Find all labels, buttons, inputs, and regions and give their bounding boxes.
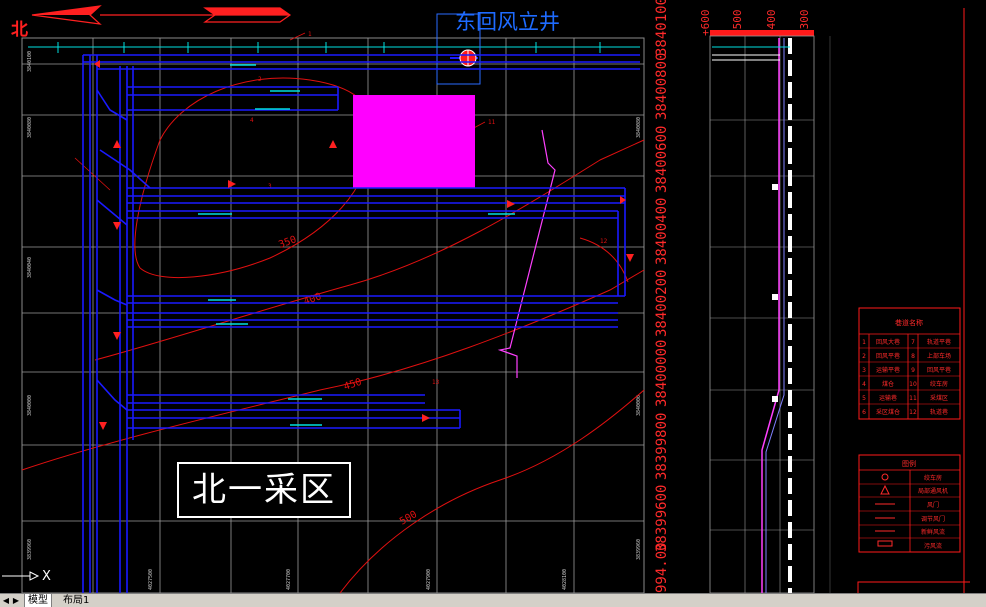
legend-symbol-label: 污风流 <box>924 542 942 550</box>
legend-name-cell: 7 <box>911 339 915 346</box>
svg-text:38399600: 38399600 <box>654 485 670 552</box>
legend-name-cell: 运输巷 <box>879 394 897 402</box>
svg-text:38399800: 38399800 <box>654 413 670 480</box>
svg-text:3: 3 <box>268 183 272 190</box>
tab-model[interactable]: 模型 <box>24 594 52 607</box>
legend-name-cell: 8 <box>911 353 915 360</box>
winch-icon <box>881 473 889 481</box>
fan-icon <box>880 484 890 495</box>
legend-name-cell: 10 <box>909 381 917 388</box>
tab-prev-icon[interactable]: ◀ <box>2 594 10 607</box>
legend-symbols-title: 图例 <box>902 459 916 468</box>
right-axis-labels: 38401000 38400800 38400600 38400400 3840… <box>654 0 670 593</box>
shaft-symbol <box>459 49 477 67</box>
area-title: 北一采区 <box>177 462 351 518</box>
north-arrow <box>31 5 292 25</box>
legend-symbols: 图例 绞车房 局部通风机 风门 调节风门 新鲜风流 污风流 <box>858 454 961 553</box>
legend-name-cell: 轨道巷 <box>930 408 948 416</box>
svg-text:450: 450 <box>343 377 364 393</box>
legend-name-cell: 9 <box>911 367 915 374</box>
legend-name-cell: 采区煤仓 <box>876 408 900 416</box>
legend-name-cell: 2 <box>862 353 866 360</box>
legend-name-cell: 运输平巷 <box>876 366 900 374</box>
right-frame <box>829 8 970 593</box>
legend-name-cell: 上部车场 <box>927 352 951 360</box>
shaft-label: 东回风立井 <box>455 10 560 34</box>
callout-labels: 1 2 3 4 11 12 13 <box>250 31 608 386</box>
elevation-header-bar <box>710 30 814 36</box>
svg-text:3840080: 3840080 <box>636 117 642 138</box>
svg-text:4: 4 <box>250 117 254 124</box>
svg-text:38400800: 38400800 <box>654 53 670 120</box>
legend-name-cell: 3 <box>862 367 866 374</box>
svg-text:3840000: 3840000 <box>27 395 33 416</box>
svg-text:12: 12 <box>600 238 608 245</box>
tab-next-icon[interactable]: ▶ <box>12 594 20 607</box>
ucs-icon: X <box>2 569 51 584</box>
coal-block-area <box>353 95 475 188</box>
legend-name-cell: 轨道平巷 <box>927 338 951 346</box>
svg-text:13: 13 <box>432 379 440 386</box>
legend-name-cell: 4 <box>862 381 866 388</box>
legend-names-title: 巷道名称 <box>895 318 923 327</box>
legend-name-cell: 煤仓 <box>882 380 894 388</box>
cad-model-space[interactable]: 3840100 3840080 3840040 3840000 3839960 … <box>0 0 986 593</box>
legend-symbol-label: 调节风门 <box>921 515 945 523</box>
legend-name-cell: 6 <box>862 409 866 416</box>
return-air-icon <box>877 540 893 547</box>
svg-text:3839960: 3839960 <box>27 539 33 560</box>
svg-text:38400200: 38400200 <box>654 270 670 337</box>
svg-text:4027500: 4027500 <box>148 569 154 590</box>
tab-layout1[interactable]: 布局1 <box>60 594 92 607</box>
svg-text:1: 1 <box>308 31 312 38</box>
svg-text:4027700: 4027700 <box>286 569 292 590</box>
legend-symbol-label: 风门 <box>927 501 939 509</box>
svg-text:X: X <box>42 569 51 584</box>
svg-text:38400600: 38400600 <box>654 126 670 193</box>
legend-name-cell: 12 <box>909 409 917 416</box>
section-profile-panel <box>709 35 815 593</box>
legend-name-cell: 1 <box>862 339 866 346</box>
svg-text:4028100: 4028100 <box>562 569 568 590</box>
svg-text:3839960: 3839960 <box>636 539 642 560</box>
svg-text:4027900: 4027900 <box>426 569 432 590</box>
fault-line <box>497 129 556 378</box>
svg-text:400: 400 <box>302 291 323 308</box>
svg-text:3840080: 3840080 <box>27 117 33 138</box>
north-label: 北 <box>11 20 28 40</box>
legend-name-cell: 11 <box>909 395 917 402</box>
legend-name-cell: 回风平巷 <box>876 352 900 360</box>
svg-text:11: 11 <box>488 119 496 126</box>
legend-name-cell: 回风平巷 <box>927 366 951 374</box>
svg-text:2: 2 <box>258 76 262 83</box>
legend-symbol-label: 局部通风机 <box>918 487 948 495</box>
legend-symbol-label: 新鲜风流 <box>921 528 945 536</box>
svg-text:38400400: 38400400 <box>654 198 670 265</box>
legend-name-cell: 5 <box>862 395 866 402</box>
svg-text:3840040: 3840040 <box>27 257 33 278</box>
legend-symbol-label: 绞车房 <box>924 474 942 482</box>
svg-text:38401000: 38401000 <box>654 0 670 56</box>
legend-name-cell: 回风大巷 <box>876 338 900 346</box>
layout-tab-bar: ◀ ▶ 模型 布局1 <box>0 593 986 607</box>
legend-name-cell: 绞车房 <box>930 380 948 388</box>
svg-text:3840100: 3840100 <box>27 51 33 72</box>
svg-text:994.00: 994.00 <box>654 542 670 593</box>
svg-text:500: 500 <box>398 509 419 528</box>
svg-text:350: 350 <box>277 234 298 251</box>
top-axis-line <box>28 42 640 53</box>
svg-text:38400000: 38400000 <box>654 340 670 407</box>
legend-roadway-names: 巷道名称 1 回风大巷 7 轨道平巷 2 回风平巷 8 上部车场 3 运输平巷 9 回风平巷 4 煤仓 10… <box>858 307 961 420</box>
svg-text:3840000: 3840000 <box>636 395 642 416</box>
legend-name-cell: 采煤区 <box>930 394 948 402</box>
